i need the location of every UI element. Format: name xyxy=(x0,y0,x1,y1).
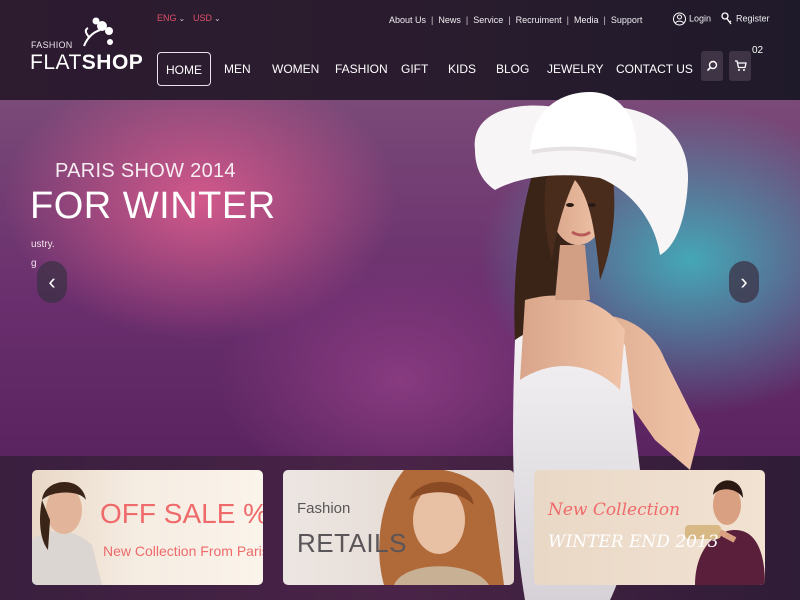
toplink-media[interactable]: Media xyxy=(574,15,599,25)
promo-card-sale[interactable]: OFF SALE %40 New Collection From Paris xyxy=(32,470,263,585)
brand-logo[interactable]: FASHION FLATSHOP xyxy=(30,16,143,78)
separator: | xyxy=(603,15,606,25)
retails-label: Fashion xyxy=(297,500,351,517)
separator: | xyxy=(431,15,434,25)
toplink-support[interactable]: Support xyxy=(611,15,643,25)
cart-button[interactable] xyxy=(729,51,751,81)
nav-gift[interactable]: GIFT xyxy=(401,52,428,86)
hero-description: ustry. xyxy=(31,239,55,250)
hero-title: FOR WINTER xyxy=(30,185,276,227)
slider-prev-button[interactable]: ‹ xyxy=(37,261,67,303)
flower-logo-icon xyxy=(83,17,113,47)
chevron-right-icon: › xyxy=(740,269,748,294)
toplink-service[interactable]: Service xyxy=(473,15,503,25)
sale-headline: OFF SALE %40 xyxy=(100,498,263,529)
user-icon xyxy=(673,12,686,26)
retails-headline: RETAILS xyxy=(297,528,407,558)
nav-fashion[interactable]: FASHION xyxy=(335,52,388,86)
separator: | xyxy=(566,15,569,25)
toplink-about-us[interactable]: About Us xyxy=(389,15,426,25)
brand-name-bold: SHOP xyxy=(81,51,144,74)
separator: | xyxy=(465,15,469,25)
cart-icon xyxy=(734,60,747,71)
brand-name-thin: FLAT xyxy=(30,51,82,74)
chevron-down-icon: ⌄ xyxy=(178,14,186,23)
model-portrait-image xyxy=(685,480,765,585)
promo-card-collection[interactable]: New Collection WINTER END 2013 xyxy=(534,470,765,585)
nav-jewelry[interactable]: JEWELRY xyxy=(547,52,603,86)
collection-headline: WINTER END 2013 xyxy=(548,532,719,552)
site-header: FASHION FLATSHOP ENG ⌄ USD ⌄ About Us | News… xyxy=(0,0,800,100)
brand-name: FLATSHOP xyxy=(30,51,143,75)
hero-description-2: g xyxy=(31,258,37,269)
nav-blog[interactable]: BLOG xyxy=(496,52,529,86)
language-value: ENG xyxy=(157,13,177,23)
collection-label: New Collection xyxy=(548,500,681,520)
brand-tagline: FASHION xyxy=(31,40,73,50)
page: FASHION FLATSHOP ENG ⌄ USD ⌄ About Us | News… xyxy=(0,0,800,600)
separator: | xyxy=(508,15,511,25)
login-link[interactable]: Login xyxy=(673,12,711,26)
toplink-recruiment[interactable]: Recruiment xyxy=(516,15,562,25)
nav-kids[interactable]: KIDS xyxy=(448,52,476,86)
currency-selector[interactable]: USD ⌄ xyxy=(193,13,221,23)
sale-subline: New Collection From Paris xyxy=(103,543,263,559)
nav-women[interactable]: WOMEN xyxy=(272,52,319,86)
slider-next-button[interactable]: › xyxy=(729,261,759,303)
promo-card-retails[interactable]: Fashion RETAILS xyxy=(283,470,514,585)
key-icon xyxy=(721,12,732,25)
search-button[interactable] xyxy=(701,51,723,81)
chevron-left-icon: ‹ xyxy=(48,269,56,294)
nav-contact-us[interactable]: CONTACT US xyxy=(616,52,693,86)
register-link[interactable]: Register xyxy=(721,12,770,26)
nav-men[interactable]: MEN xyxy=(224,52,251,86)
language-selector[interactable]: ENG ⌄ xyxy=(157,13,185,23)
currency-value: USD xyxy=(193,13,213,23)
cart-count: 02 xyxy=(752,45,764,56)
top-links: About Us | News | Service | Recruiment | Media | S… xyxy=(389,15,642,25)
toplink-news[interactable]: News xyxy=(438,15,461,25)
register-label: Register xyxy=(736,13,770,24)
hero-subtitle: PARIS SHOW 2014 xyxy=(55,160,236,182)
search-icon xyxy=(706,60,718,72)
nav-home[interactable]: HOME xyxy=(157,52,211,86)
chevron-down-icon: ⌄ xyxy=(214,14,221,23)
model-portrait-image xyxy=(32,481,102,585)
hero-slider: PARIS SHOW 2014 FOR WINTER ustry. g ‹ › xyxy=(0,100,800,456)
login-label: Login xyxy=(689,13,712,24)
